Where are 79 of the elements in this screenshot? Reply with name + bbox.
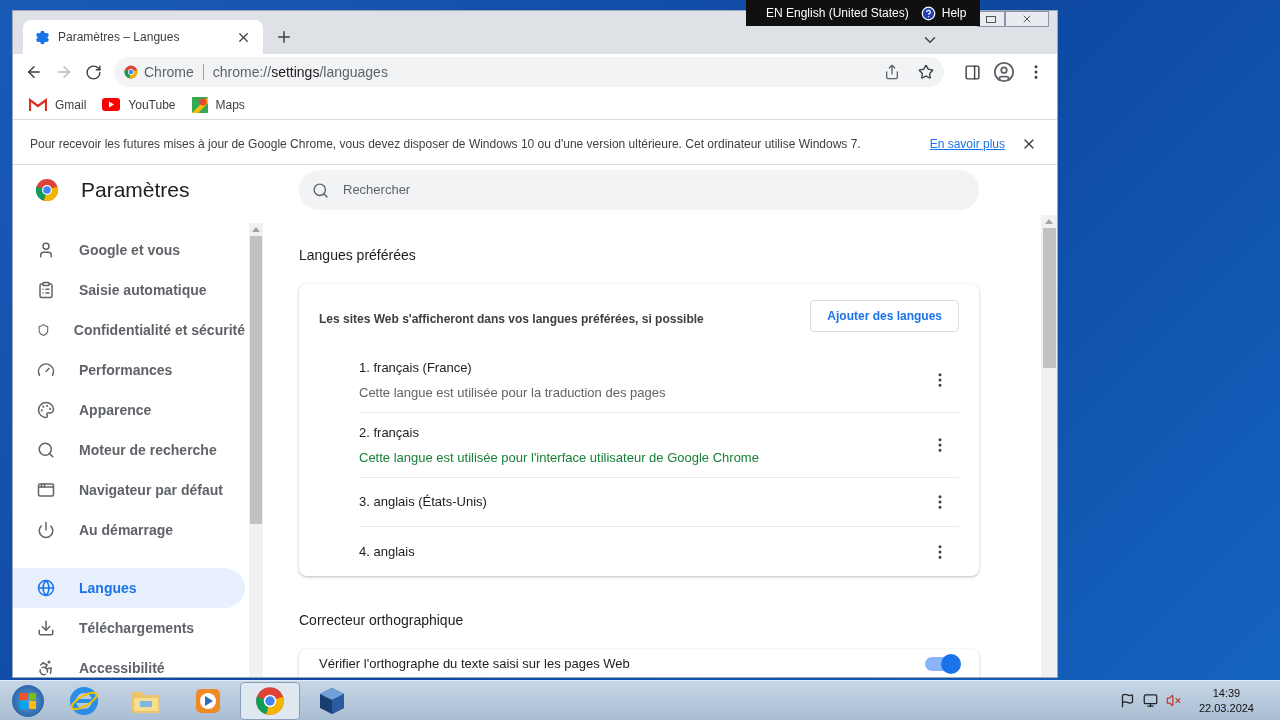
section-heading: Langues préférées xyxy=(299,246,417,265)
browser-e-icon xyxy=(69,685,99,716)
sidebar-item[interactable]: Confidentialité et sécurité xyxy=(13,310,245,350)
restore-icon xyxy=(986,15,996,23)
language-name: 2. français xyxy=(359,424,420,442)
settings-title: Paramètres xyxy=(81,177,190,204)
profile-icon[interactable] xyxy=(993,61,1015,83)
globe-icon xyxy=(37,579,55,597)
bookmark-link[interactable]: Gmail xyxy=(55,95,87,114)
play-icon xyxy=(102,98,121,111)
sidebar-item[interactable]: Google et vous xyxy=(13,230,245,270)
search-icon xyxy=(37,441,55,459)
person-icon xyxy=(37,241,55,259)
address-bar[interactable]: Chrome chrome://settings/languages xyxy=(114,57,944,87)
language-note: Cette langue est utilisée pour la traduction des pages xyxy=(359,383,667,402)
gauge-icon xyxy=(37,361,55,379)
scrollbar-thumb[interactable] xyxy=(1042,228,1056,368)
add-languages-button[interactable]: Ajouter des langues xyxy=(810,300,959,332)
shield-icon xyxy=(37,321,50,339)
search-icon xyxy=(312,181,329,199)
scrollbar-thumb[interactable] xyxy=(250,236,262,524)
language-name: 3. anglais (États-Unis) xyxy=(359,493,488,512)
chrome-logo-icon xyxy=(124,65,138,79)
map-icon xyxy=(191,96,208,113)
search-input[interactable]: Rechercher xyxy=(343,180,966,200)
help-label[interactable]: Help xyxy=(941,4,967,22)
sidebar-item[interactable]: Performances xyxy=(13,350,245,390)
clipboard-icon xyxy=(37,281,55,299)
section-heading: Correcteur orthographique xyxy=(299,611,465,630)
browser-icon xyxy=(37,481,55,499)
site-label: Chrome xyxy=(144,62,194,82)
mail-icon xyxy=(29,97,47,112)
url-text: chrome://settings/languages xyxy=(212,62,388,82)
language-note: Cette langue est utilisée pour l'interface utilisateur de Google Chrome xyxy=(359,448,760,467)
flag-icon[interactable] xyxy=(1119,693,1135,708)
search-field[interactable]: Rechercher xyxy=(299,170,979,210)
sidebar-item[interactable]: Langues xyxy=(13,568,245,608)
close-icon xyxy=(1021,13,1033,25)
bookmark-star-icon[interactable] xyxy=(918,64,934,80)
language-label[interactable]: EN English (United States) xyxy=(766,4,909,22)
accessibility-icon xyxy=(37,659,55,677)
taskbar-app-button[interactable] xyxy=(240,681,300,720)
info-message: Pour recevoir les futures mises à jour de Google Chrome, vous devez disposer de Windows 10 ou d'une version ultérieure. Cet ordinateur utilise Windows 7. xyxy=(30,135,862,153)
tab-title: Paramètres – Langues xyxy=(58,29,181,46)
new-tab-icon[interactable] xyxy=(275,28,293,46)
settings-icon xyxy=(35,29,50,45)
scrollbar[interactable] xyxy=(249,223,263,677)
help-icon xyxy=(920,5,936,21)
browser-tab[interactable]: Paramètres – Langues xyxy=(23,20,263,54)
sidebar-item[interactable]: Apparence xyxy=(13,390,245,430)
sidebar-item[interactable]: Accessibilité xyxy=(13,648,245,677)
toggle-switch[interactable] xyxy=(925,657,959,671)
sidebar-item[interactable]: Téléchargements xyxy=(13,608,245,648)
bookmark-link[interactable]: YouTube xyxy=(128,95,176,114)
spellcheck-label: Vérifier l'orthographe du texte saisi sur les pages Web xyxy=(319,655,631,674)
palette-icon xyxy=(37,401,55,419)
sidebar-item[interactable]: Moteur de recherche xyxy=(13,430,245,470)
learn-more-link[interactable]: En savoir plus xyxy=(929,134,1005,153)
sidebar-item[interactable]: Au démarrage xyxy=(13,510,245,550)
network-icon[interactable] xyxy=(1142,693,1158,708)
clock[interactable]: 14:39 22.03.2024 xyxy=(1198,685,1254,716)
bookmark-link[interactable]: Maps xyxy=(215,95,245,114)
media-player-icon xyxy=(195,687,221,714)
muted-speaker-icon[interactable] xyxy=(1165,693,1181,708)
download-icon xyxy=(37,619,55,637)
chrome-logo-icon xyxy=(255,685,285,716)
cube-icon xyxy=(317,685,347,716)
language-name: 1. français (France) xyxy=(359,359,473,377)
reload-icon[interactable] xyxy=(85,63,102,81)
chrome-logo-icon xyxy=(35,178,59,202)
language-name: 4. anglais xyxy=(359,542,416,561)
back-icon[interactable] xyxy=(25,63,43,81)
share-icon[interactable] xyxy=(884,64,900,80)
sidebar-item[interactable]: Saisie automatique xyxy=(13,270,245,310)
power-icon xyxy=(37,521,55,539)
side-panel-icon[interactable] xyxy=(964,63,981,81)
sidebar-item[interactable]: Navigateur par défaut xyxy=(13,470,245,510)
scrollbar[interactable] xyxy=(1041,215,1057,677)
description-text: Les sites Web s'afficheront dans vos langues préférées, si possible xyxy=(319,311,705,328)
